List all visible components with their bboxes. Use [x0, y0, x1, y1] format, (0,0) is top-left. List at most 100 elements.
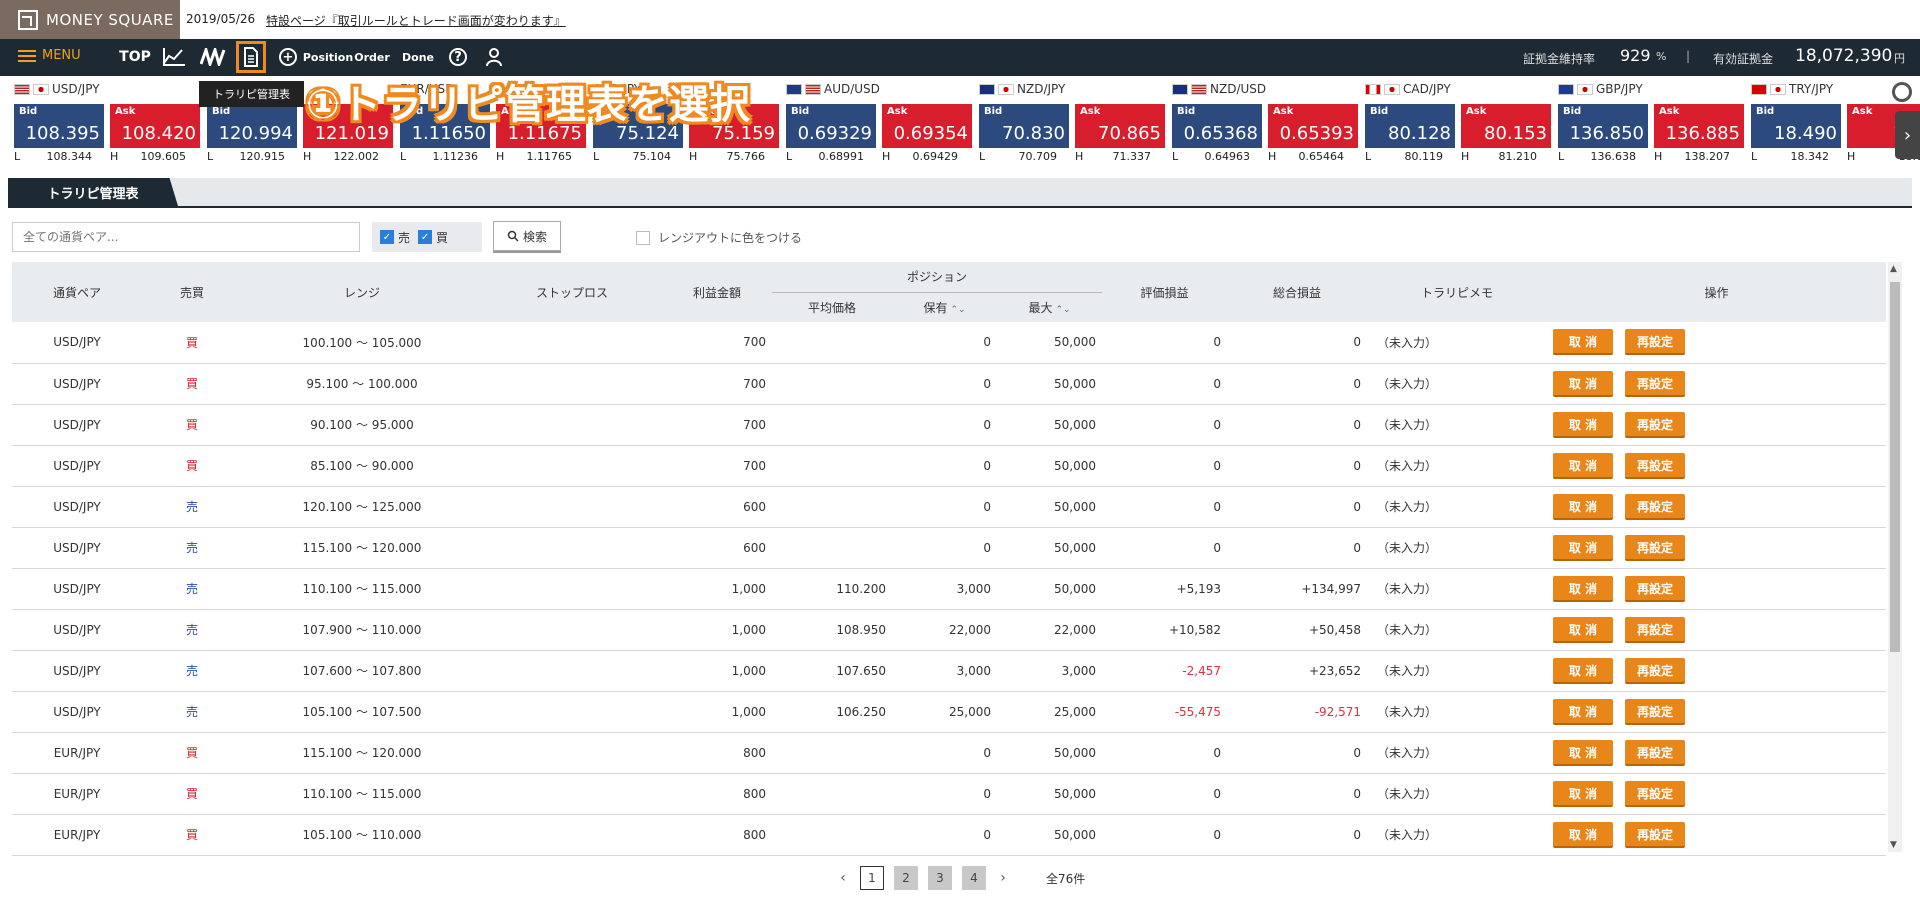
news-link[interactable]: 特設ページ『取引ルールとトレード画面が変わります』 [266, 12, 566, 29]
position-label: Position [302, 50, 354, 64]
cancel-button[interactable]: 取 消 [1553, 616, 1614, 643]
brand-logo[interactable]: MONEY SQUARE [0, 0, 180, 39]
cell-memo[interactable]: （未入力） [1367, 527, 1548, 569]
reset-button[interactable]: 再設定 [1625, 698, 1686, 725]
cancel-button[interactable]: 取 消 [1553, 657, 1614, 684]
cell-memo[interactable]: （未入力） [1367, 814, 1548, 856]
reset-button[interactable]: 再設定 [1625, 616, 1686, 643]
cancel-button[interactable]: 取 消 [1553, 780, 1614, 807]
rate-card[interactable]: NZD/JPY Bid 70.830 Ask 70.865 L 70.709 H 71.337 [965, 80, 1165, 163]
cell-memo[interactable]: （未入力） [1367, 609, 1548, 651]
scroll-up-icon[interactable]: ▲ [1890, 264, 1897, 274]
rate-card[interactable]: CAD/JPY Bid 80.128 Ask 80.153 L 80.119 H 81.210 [1351, 80, 1551, 163]
ask-button[interactable]: Ask 80.153 [1461, 104, 1551, 148]
nav-top-button[interactable]: TOP [118, 45, 152, 69]
reset-button[interactable]: 再設定 [1625, 739, 1686, 766]
bid-button[interactable]: Bid 70.830 [979, 104, 1069, 148]
cell-memo[interactable]: （未入力） [1367, 691, 1548, 733]
rate-pair-head: AUD/USD [786, 82, 880, 96]
reset-button[interactable]: 再設定 [1625, 452, 1686, 479]
reset-button[interactable]: 再設定 [1625, 780, 1686, 807]
reset-button[interactable]: 再設定 [1625, 821, 1686, 848]
cancel-button[interactable]: 取 消 [1553, 821, 1614, 848]
ask-button[interactable]: Ask 136.885 [1654, 104, 1744, 148]
cancel-button[interactable]: 取 消 [1553, 575, 1614, 602]
help-icon[interactable]: ? [444, 45, 472, 69]
new-order-icon[interactable]: + [274, 45, 302, 69]
bid-button[interactable]: Bid 80.128 [1365, 104, 1455, 148]
cell-memo[interactable]: （未入力） [1367, 363, 1548, 405]
cancel-button[interactable]: 取 消 [1553, 493, 1614, 520]
scroll-down-icon[interactable]: ▼ [1890, 840, 1897, 850]
range-out-checkbox[interactable]: レンジアウトに色をつける [636, 229, 802, 246]
cancel-button[interactable]: 取 消 [1553, 534, 1614, 561]
cancel-button[interactable]: 取 消 [1553, 452, 1614, 479]
position-icon[interactable]: Position [303, 45, 353, 69]
cancel-button[interactable]: 取 消 [1553, 370, 1614, 397]
bid-button[interactable]: Bid 0.69329 [786, 104, 876, 148]
vertical-scrollbar[interactable]: ▲ ▼ [1888, 262, 1902, 852]
reset-button[interactable]: 再設定 [1625, 329, 1686, 356]
prev-page-icon[interactable]: ‹ [836, 870, 850, 886]
cell-avg-price [772, 814, 892, 856]
technical-icon[interactable] [198, 45, 228, 69]
reset-button[interactable]: 再設定 [1625, 534, 1686, 561]
buy-checkbox[interactable]: ✓ 買 [418, 229, 448, 246]
cell-memo[interactable]: （未入力） [1367, 445, 1548, 487]
menu-button[interactable]: MENU [18, 48, 81, 63]
header-hold[interactable]: 保有 ⌃⌄ [892, 292, 997, 322]
chart-icon[interactable] [160, 45, 188, 69]
search-button[interactable]: 検索 [493, 221, 561, 251]
rate-card[interactable]: USD/JPY Bid 108.395 Ask 108.420 L 108.344 H 109.… [0, 80, 200, 163]
cell-memo[interactable]: （未入力） [1367, 773, 1548, 815]
rate-card[interactable]: NZD/USD Bid 0.65368 Ask 0.65393 L 0.64963 H 0.65… [1158, 80, 1358, 163]
cancel-button[interactable]: 取 消 [1553, 411, 1614, 438]
trap-repeat-table-icon[interactable] [236, 41, 266, 73]
done-icon[interactable]: Done [400, 45, 436, 69]
cell-memo[interactable]: （未入力） [1367, 322, 1548, 364]
cancel-button[interactable]: 取 消 [1553, 329, 1614, 356]
reset-button[interactable]: 再設定 [1625, 575, 1686, 602]
reset-button[interactable]: 再設定 [1625, 493, 1686, 520]
tab-trap-repeat-table[interactable]: トラリピ管理表 [8, 178, 178, 206]
bid-button[interactable]: Bid 120.994 [207, 104, 297, 148]
reset-button[interactable]: 再設定 [1625, 370, 1686, 397]
chevron-right-icon[interactable]: › [1895, 111, 1920, 159]
rate-card[interactable]: GBP/JPY Bid 136.850 Ask 136.885 L 136.638 H 138.… [1544, 80, 1744, 163]
rate-pair-name: GBP/JPY [1596, 82, 1643, 96]
buy-label: 買 [436, 230, 449, 245]
rate-card[interactable]: AUD/USD Bid 0.69329 Ask 0.69354 L 0.68991 H 0.69… [772, 80, 972, 163]
cell-memo[interactable]: （未入力） [1367, 568, 1548, 610]
cancel-button[interactable]: 取 消 [1553, 739, 1614, 766]
cancel-button[interactable]: 取 消 [1553, 698, 1614, 725]
ask-button[interactable]: Ask 0.69354 [882, 104, 972, 148]
ask-button[interactable]: Ask 108.420 [110, 104, 200, 148]
bid-button[interactable]: Bid 0.65368 [1172, 104, 1262, 148]
order-icon[interactable]: Order [354, 45, 390, 69]
header-max[interactable]: 最大 ⌃⌄ [997, 292, 1103, 322]
sell-checkbox[interactable]: ✓ 売 [380, 229, 410, 246]
bid-button[interactable]: Bid 136.850 [1558, 104, 1648, 148]
page-button[interactable]: 1 [860, 866, 884, 890]
cell-ops: 取 消再設定 [1547, 363, 1887, 405]
cell-memo[interactable]: （未入力） [1367, 404, 1548, 446]
user-icon[interactable] [480, 45, 508, 69]
page-button[interactable]: 4 [962, 866, 986, 890]
gear-icon[interactable] [1892, 82, 1912, 102]
ask-button[interactable]: Ask 70.865 [1075, 104, 1165, 148]
cell-memo[interactable]: （未入力） [1367, 650, 1548, 692]
next-page-icon[interactable]: › [996, 870, 1010, 886]
reset-button[interactable]: 再設定 [1625, 411, 1686, 438]
bid-button[interactable]: Bid 18.490 [1751, 104, 1841, 148]
cell-memo[interactable]: （未入力） [1367, 486, 1548, 528]
ask-button[interactable]: Ask 0.65393 [1268, 104, 1358, 148]
cell-memo[interactable]: （未入力） [1367, 732, 1548, 774]
pair-search-input[interactable] [12, 222, 360, 252]
scrollbar-thumb[interactable] [1890, 282, 1900, 652]
bid-button[interactable]: Bid 108.395 [14, 104, 104, 148]
high-label: H [1268, 150, 1277, 163]
page-button[interactable]: 2 [894, 866, 918, 890]
reset-button[interactable]: 再設定 [1625, 657, 1686, 684]
low-value: 75.104 [632, 150, 672, 163]
page-button[interactable]: 3 [928, 866, 952, 890]
